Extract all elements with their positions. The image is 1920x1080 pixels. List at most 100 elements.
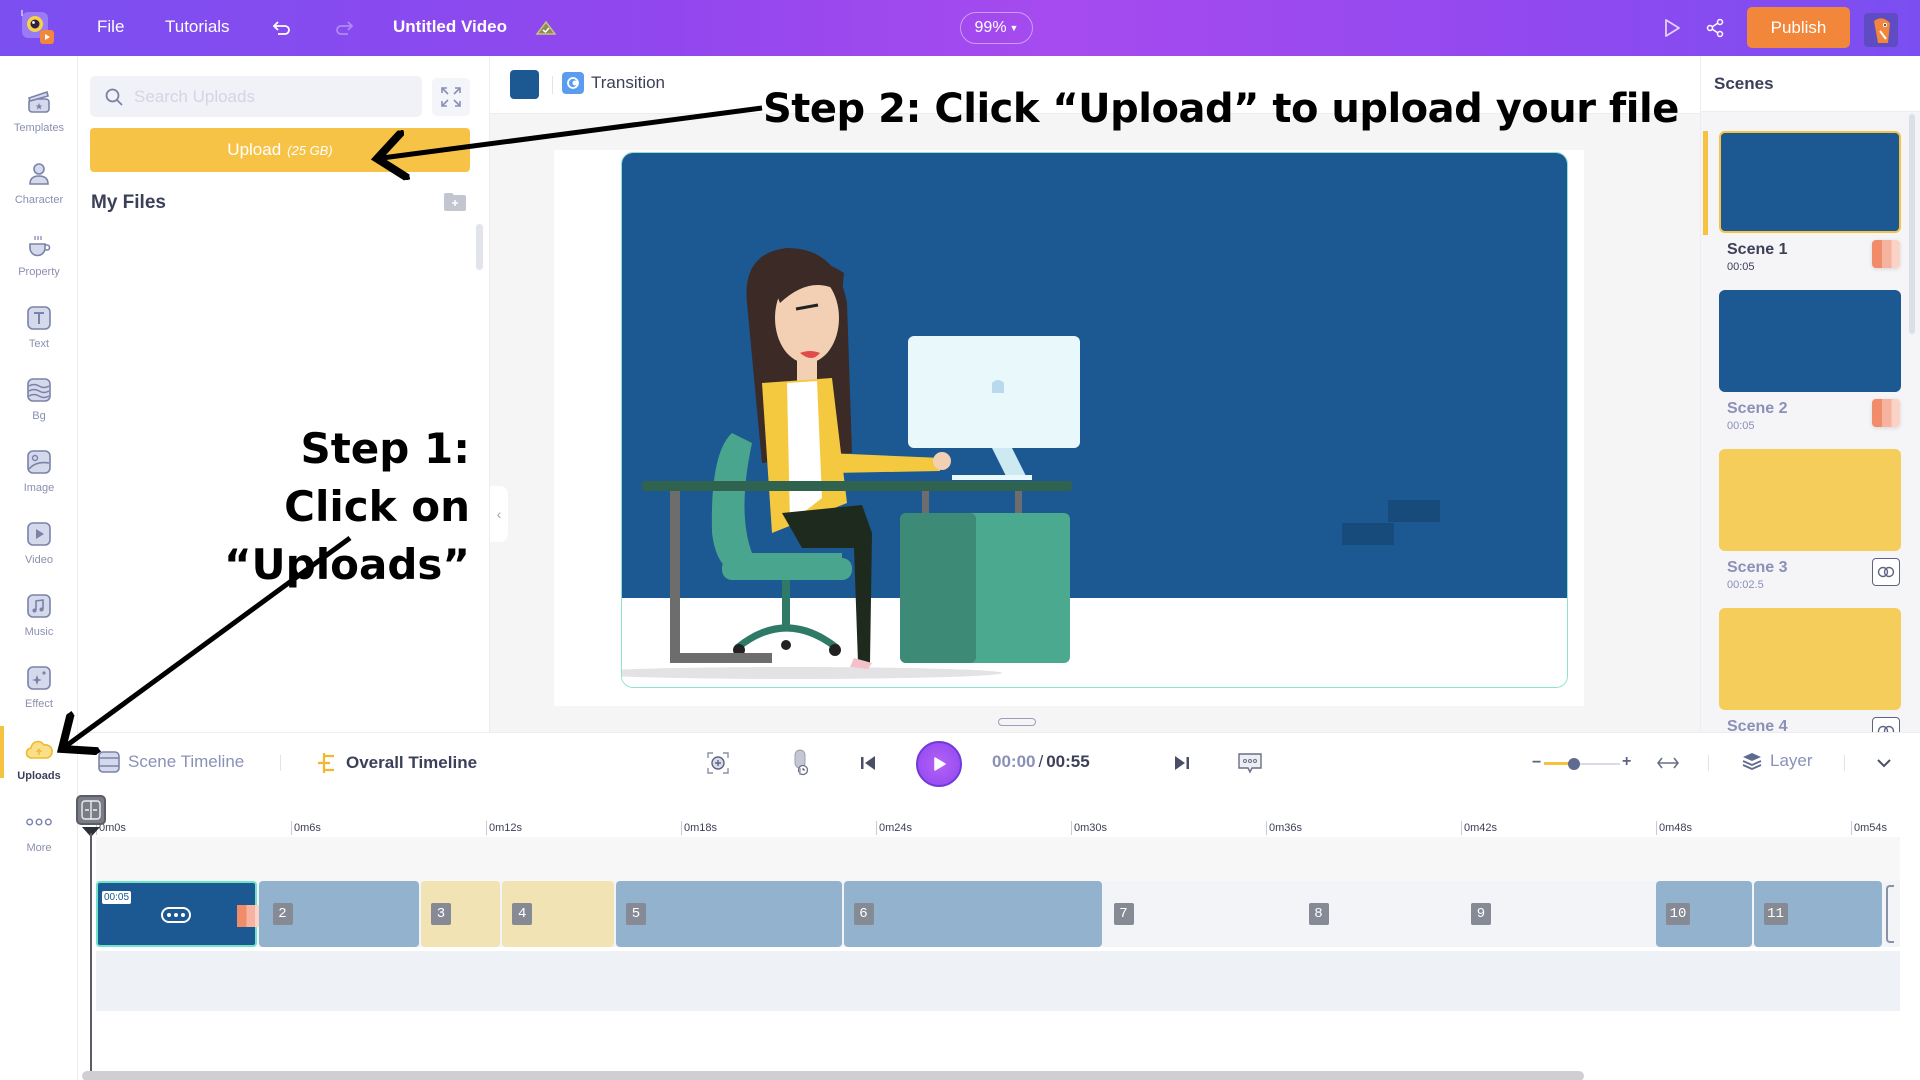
ruler-tick: 0m18s <box>681 821 717 835</box>
link-icon <box>1877 566 1895 578</box>
collapse-panel-button[interactable]: ‹ <box>490 486 508 542</box>
playhead-handle[interactable] <box>76 795 106 825</box>
timeline-clip[interactable]: 4 <box>502 881 614 947</box>
wall-brick <box>1388 500 1440 522</box>
timeline-clip[interactable]: 11 <box>1753 881 1882 947</box>
time-ruler[interactable]: 0m0s 0m6s 0m12s 0m18s 0m24s 0m30s 0m36s 0m42s 0m… <box>96 821 1900 849</box>
save-status <box>532 14 560 42</box>
tutorials-menu[interactable]: Tutorials <box>165 17 230 37</box>
subtitles-button[interactable] <box>1236 749 1264 777</box>
background-color-swatch[interactable] <box>510 70 539 99</box>
layer-button[interactable]: Layer <box>1742 751 1813 771</box>
play-outline-icon <box>1665 19 1680 37</box>
upload-quota: (25 GB) <box>287 142 333 158</box>
timeline-clip[interactable]: 8 <box>1298 881 1459 947</box>
tab-overall-timeline[interactable]: Overall Timeline <box>316 751 477 775</box>
panel-scrollbar[interactable] <box>476 224 483 270</box>
split-icon <box>81 800 101 820</box>
slider-knob[interactable] <box>1568 758 1581 770</box>
current-time: 00:00 <box>992 752 1036 771</box>
next-scene-button[interactable] <box>1168 749 1196 777</box>
play-icon <box>934 757 946 771</box>
scenes-panel: Scenes Scene 1 00:05 Scene 2 00:05 Scene… <box>1700 56 1920 732</box>
timeline-clip[interactable]: 7 <box>1103 881 1297 947</box>
more-dots-icon <box>26 818 52 826</box>
sidebar-item-label: Effect <box>25 698 53 710</box>
sidebar-item-video[interactable]: Video <box>0 516 78 586</box>
timeline-horizontal-scrollbar[interactable] <box>82 1071 1584 1080</box>
scene-card[interactable]: Scene 2 00:05 <box>1701 290 1920 450</box>
fit-timeline-button[interactable] <box>1654 749 1682 777</box>
layers-bg-icon <box>27 378 51 402</box>
new-folder-button[interactable] <box>443 192 467 212</box>
project-title[interactable]: Untitled Video <box>393 17 507 37</box>
scene-transition-button[interactable] <box>1872 558 1900 586</box>
previous-scene-button[interactable] <box>854 749 882 777</box>
scene-transition-button[interactable] <box>1872 240 1900 268</box>
sidebar-item-templates[interactable]: Templates <box>0 84 78 154</box>
sidebar-item-character[interactable]: Character <box>0 156 78 226</box>
timeline-clip[interactable]: 9 <box>1461 881 1654 947</box>
sidebar-item-bg[interactable]: Bg <box>0 372 78 442</box>
file-menu[interactable]: File <box>97 17 124 37</box>
timeline-clip[interactable]: 2 <box>258 881 419 947</box>
add-camera-button[interactable] <box>704 749 732 777</box>
music-icon <box>27 594 51 618</box>
zoom-in-icon[interactable]: + <box>1622 753 1631 771</box>
preview-button[interactable] <box>1658 14 1686 42</box>
undo-icon <box>272 21 290 35</box>
sidebar-item-text[interactable]: Text <box>0 300 78 370</box>
sidebar-item-uploads[interactable]: Uploads <box>0 726 78 802</box>
zoom-focus-icon <box>707 752 729 774</box>
transition-icon <box>562 72 584 94</box>
timeline-clip[interactable]: 10 <box>1656 881 1752 947</box>
ruler-tick: 0m36s <box>1266 821 1302 835</box>
collapse-timeline-button[interactable] <box>1870 749 1898 777</box>
audio-track[interactable] <box>96 951 1900 1011</box>
publish-button[interactable]: Publish <box>1747 7 1850 48</box>
app-logo[interactable] <box>18 8 58 48</box>
scene-card[interactable]: Scene 4 <box>1701 608 1920 732</box>
zoom-out-icon[interactable]: − <box>1532 754 1541 772</box>
sidebar-item-property[interactable]: Property <box>0 228 78 298</box>
timeline-clip[interactable]: 5 <box>616 881 842 947</box>
scene-transition-button[interactable] <box>1872 717 1900 732</box>
voice-record-button[interactable] <box>786 749 814 777</box>
scene-transition-button[interactable] <box>1872 399 1900 427</box>
upload-button[interactable]: Upload (25 GB) <box>90 128 470 172</box>
scene-name: Scene 2 <box>1727 400 1788 417</box>
search-uploads-input[interactable] <box>134 86 414 107</box>
clip-number: 2 <box>272 903 293 925</box>
expand-panel-button[interactable] <box>432 78 470 116</box>
scene-card[interactable]: Scene 1 00:05 <box>1701 131 1920 291</box>
clip-number: 8 <box>1308 903 1329 925</box>
clip-transition-icon[interactable] <box>236 905 261 927</box>
sidebar-item-effect[interactable]: Effect <box>0 660 78 730</box>
scenes-header: Scenes <box>1701 56 1920 112</box>
scenes-scrollbar[interactable] <box>1909 114 1915 334</box>
sidebar-item-music[interactable]: Music <box>0 588 78 658</box>
zoom-level-dropdown[interactable]: 99% ▼ <box>960 12 1033 44</box>
timeline-zoom-slider[interactable]: − + <box>1532 753 1632 774</box>
transition-button[interactable]: Transition <box>562 72 665 94</box>
scene-card[interactable]: Scene 3 00:02.5 <box>1701 449 1920 609</box>
timeline-clip[interactable]: 00:05 <box>96 881 261 947</box>
my-files-heading: My Files <box>91 192 166 213</box>
tab-divider <box>280 755 281 771</box>
sidebar-item-label: More <box>26 842 52 854</box>
sidebar-item-more[interactable]: More <box>0 804 78 874</box>
share-button[interactable] <box>1701 14 1729 42</box>
uploads-panel: Upload (25 GB) My Files <box>78 56 490 732</box>
timeline-clip[interactable]: 3 <box>421 881 501 947</box>
play-button[interactable] <box>916 741 962 787</box>
tab-scene-timeline[interactable]: Scene Timeline <box>98 751 244 773</box>
toolbar-divider <box>1844 755 1845 771</box>
timeline-resize-handle[interactable] <box>998 718 1036 726</box>
scene-canvas[interactable] <box>621 152 1568 688</box>
redo-button[interactable] <box>330 14 358 42</box>
sidebar-item-image[interactable]: Image <box>0 444 78 514</box>
timeline-clip[interactable]: 6 <box>843 881 1102 947</box>
user-avatar[interactable] <box>1864 13 1898 47</box>
undo-button[interactable] <box>268 14 296 42</box>
clip-options-icon[interactable] <box>161 907 191 923</box>
